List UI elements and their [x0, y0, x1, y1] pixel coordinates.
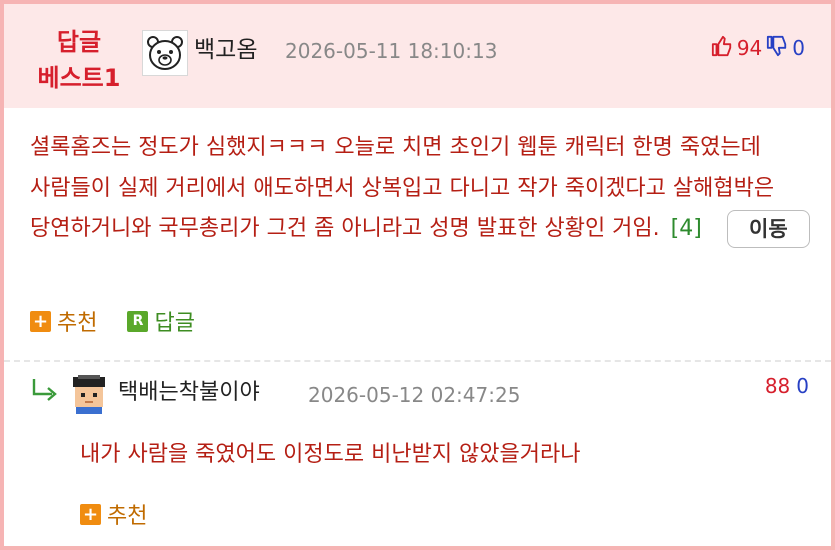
reply-recommend-label: 추천 — [107, 504, 148, 529]
move-button[interactable]: 이동 — [726, 210, 810, 248]
reply-downvote-count: 0 — [796, 374, 809, 398]
badge-line-1: 답글 — [56, 28, 102, 56]
reply-count[interactable]: [4] — [671, 216, 702, 241]
polar-bear-icon[interactable] — [142, 30, 188, 76]
best-reply-badge: 답글 베스트1 — [30, 24, 128, 96]
reply-recommend-button[interactable]: + 추천 — [80, 498, 147, 530]
best-comment-header: 답글 베스트1 백고옴 2026-05-11 18:10:13 94 0 — [4, 4, 831, 108]
comment-text: 셜록홈즈는 정도가 심했지ㅋㅋㅋ 오늘로 치면 초인기 웹툰 캐릭터 한명 죽였… — [30, 135, 775, 241]
recommend-button[interactable]: + 추천 — [30, 305, 97, 337]
thumbs-down-icon[interactable] — [766, 35, 788, 62]
reply-upvote-count: 88 — [764, 374, 791, 398]
plus-icon: + — [80, 503, 101, 525]
upvote-count: 94 — [736, 36, 763, 60]
comment-timestamp: 2026-05-11 18:10:13 — [285, 39, 498, 63]
badge-line-2: 베스트1 — [37, 64, 121, 92]
downvote-count: 0 — [792, 36, 805, 60]
reply-body: 내가 사람을 죽였어도 이정도로 비난받지 않았을거라나 — [80, 442, 581, 467]
reply-arrow-icon — [30, 376, 60, 406]
comment-divider — [4, 360, 831, 362]
thumbs-up-icon[interactable] — [711, 35, 733, 62]
reply-author[interactable]: 택배는착불이야 — [118, 376, 260, 410]
comment-body: 셜록홈즈는 정도가 심했지ㅋㅋㅋ 오늘로 치면 초인기 웹툰 캐릭터 한명 죽였… — [30, 128, 815, 250]
reply-actions: + 추천 — [80, 498, 147, 530]
reply-label: 답글 — [154, 311, 195, 336]
reply-r-icon: R — [127, 310, 149, 332]
comment-actions: + 추천 R 답글 — [30, 305, 195, 337]
vote-counter: 94 0 — [711, 32, 805, 64]
recommend-label: 추천 — [57, 311, 98, 336]
plus-icon: + — [30, 310, 51, 332]
reply-vote-counter: 88 0 — [765, 374, 809, 398]
pixel-character-icon[interactable] — [70, 374, 108, 414]
reply-button[interactable]: R 답글 — [127, 305, 195, 337]
comment-author[interactable]: 백고옴 — [194, 32, 257, 68]
reply-timestamp: 2026-05-12 02:47:25 — [308, 383, 521, 407]
